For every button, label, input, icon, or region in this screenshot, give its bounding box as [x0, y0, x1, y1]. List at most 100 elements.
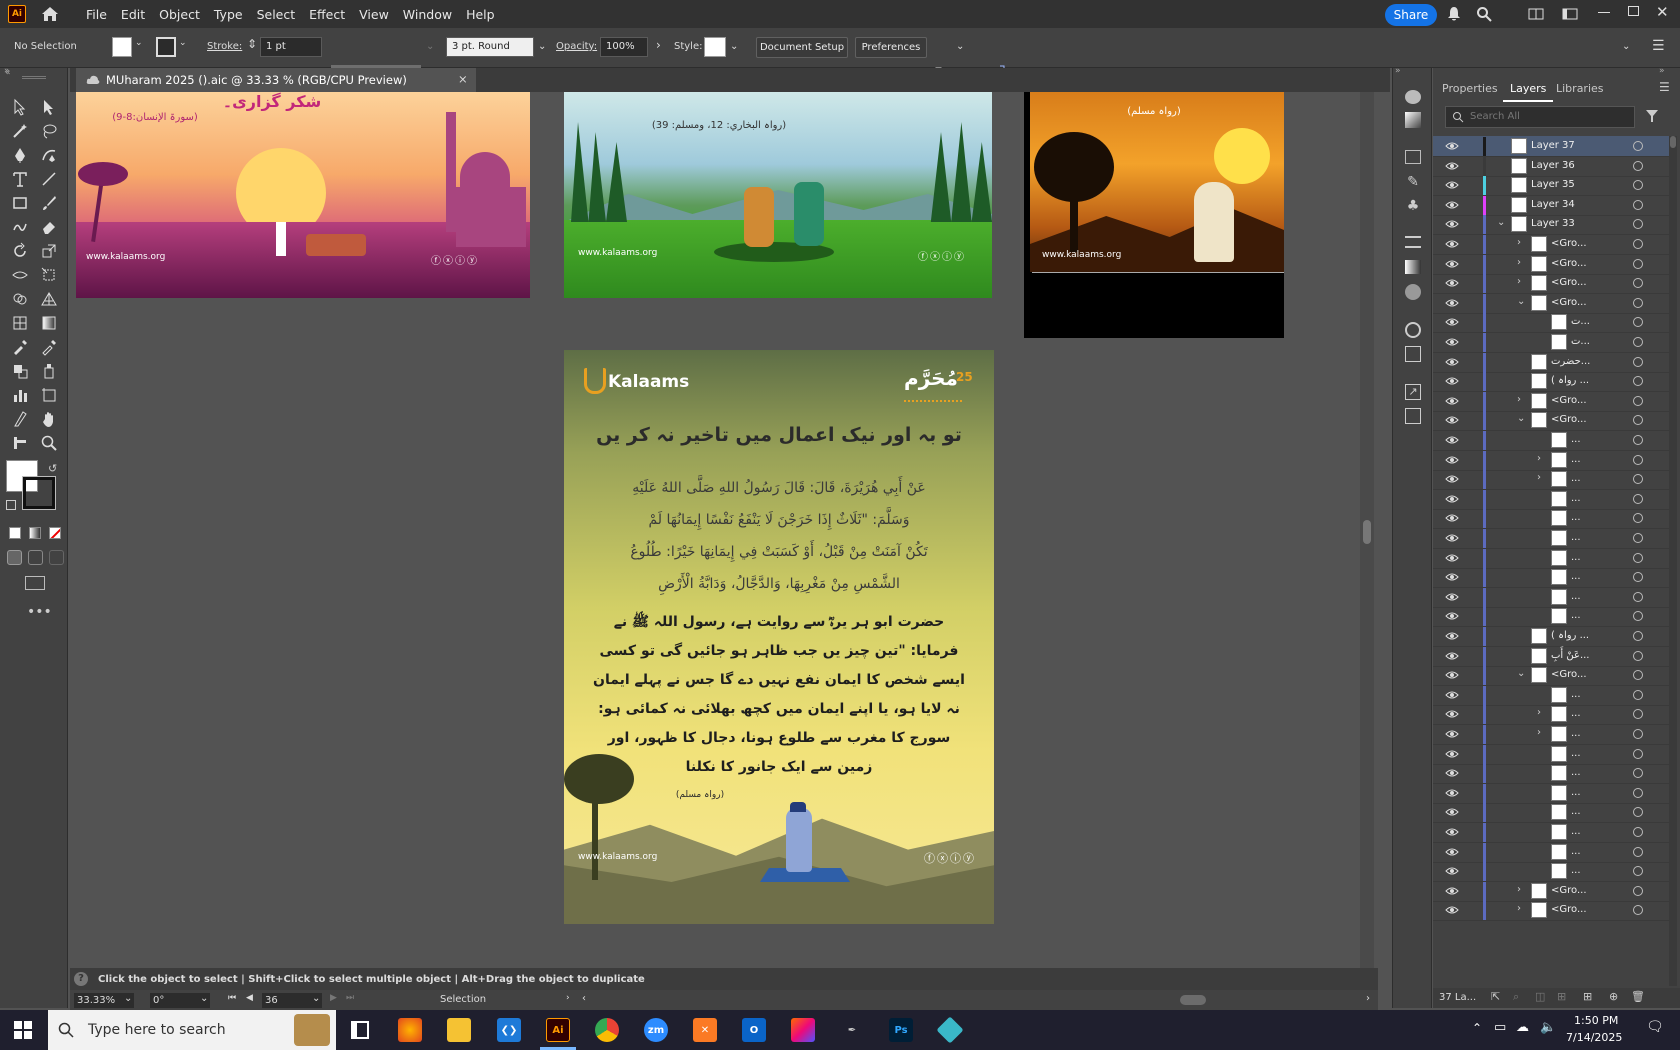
layer-target-icon[interactable]: [1633, 807, 1643, 818]
layer-row[interactable]: ت...: [1433, 312, 1673, 334]
clock-date[interactable]: 7/14/2025: [1566, 1031, 1622, 1044]
artboard-gratitude[interactable]: شکر گزاری۔ (سورۃ الإنسان:8-9) www.kalaam…: [76, 92, 530, 298]
visibility-eye-icon[interactable]: [1445, 512, 1459, 524]
rectangle-tool-icon[interactable]: [9, 192, 31, 214]
chevron-down-icon[interactable]: ⌄: [135, 38, 143, 48]
horizontal-scrollbar-thumb[interactable]: [1180, 995, 1206, 1005]
opacity-label[interactable]: Opacity:: [556, 41, 597, 52]
layer-target-icon[interactable]: [1633, 141, 1643, 151]
layer-target-icon[interactable]: [1633, 454, 1643, 465]
layer-row[interactable]: ⌄ Layer 33: [1433, 214, 1673, 236]
layer-target-icon[interactable]: [1633, 631, 1643, 641]
chevron-down-icon[interactable]: ⌄: [312, 993, 320, 1004]
draw-behind-icon[interactable]: [28, 550, 43, 565]
layer-row[interactable]: ⌄ <Gro...: [1433, 293, 1673, 314]
chrome-icon[interactable]: [595, 1018, 619, 1042]
chevron-down-icon[interactable]: ⌄: [956, 41, 964, 52]
curvature-tool-icon[interactable]: [38, 144, 60, 166]
layer-row[interactable]: ›...: [1433, 469, 1673, 491]
layer-target-icon[interactable]: [1633, 258, 1643, 269]
chevron-right-icon[interactable]: ›: [1517, 394, 1521, 405]
transparency-icon[interactable]: [1405, 284, 1421, 300]
color-guide-icon[interactable]: [1405, 112, 1421, 128]
chevron-right-icon[interactable]: ›: [1517, 276, 1521, 287]
layer-target-icon[interactable]: [1633, 572, 1643, 583]
fill-swatch[interactable]: [112, 37, 132, 57]
menu-type[interactable]: Type: [214, 7, 243, 22]
next-artboard-icon[interactable]: ▶: [330, 993, 337, 1003]
visibility-eye-icon[interactable]: [1445, 591, 1459, 603]
make-clipping-mask-icon[interactable]: ◫: [1535, 990, 1545, 1003]
layer-target-icon[interactable]: [1633, 748, 1643, 759]
vscode-icon[interactable]: ❮❯: [497, 1018, 521, 1042]
visibility-eye-icon[interactable]: [1445, 885, 1459, 897]
slice-tool-icon[interactable]: [9, 408, 31, 430]
layer-target-icon[interactable]: [1633, 180, 1643, 191]
layer-row[interactable]: Layer 36: [1433, 156, 1673, 177]
layer-search-field[interactable]: Search All: [1445, 106, 1635, 128]
visibility-eye-icon[interactable]: [1445, 277, 1459, 289]
visibility-eye-icon[interactable]: [1445, 316, 1459, 328]
layer-row[interactable]: Layer 35: [1433, 175, 1673, 197]
layer-row[interactable]: Layer 34: [1433, 195, 1673, 216]
layer-row[interactable]: ...: [1433, 508, 1673, 530]
chevron-up-icon[interactable]: ⌃: [1472, 1021, 1482, 1035]
visibility-eye-icon[interactable]: [1445, 748, 1459, 760]
zoom-tool-icon[interactable]: [38, 432, 60, 454]
stroke-label[interactable]: Stroke:: [207, 41, 242, 52]
volume-icon[interactable]: 🔈: [1540, 1020, 1556, 1035]
layer-target-icon[interactable]: [1633, 846, 1643, 857]
chevron-down-icon[interactable]: ⌄: [124, 993, 132, 1004]
previous-artboard-icon[interactable]: ◀: [246, 993, 253, 1003]
locate-object-icon[interactable]: ⌕: [1513, 990, 1519, 1004]
document-tab[interactable]: MUharam 2025 ().aic @ 33.33 % (RGB/CPU P…: [76, 68, 476, 92]
layer-target-icon[interactable]: [1633, 513, 1643, 524]
app-diamond-icon[interactable]: [936, 1016, 964, 1044]
scroll-left-icon[interactable]: ‹: [582, 993, 586, 1004]
layer-target-icon[interactable]: [1633, 435, 1643, 445]
edit-toolbar-icon[interactable]: •••: [27, 604, 52, 620]
gradient-panel-icon[interactable]: [1405, 260, 1421, 274]
layer-target-icon[interactable]: [1633, 591, 1643, 602]
last-artboard-icon[interactable]: ⏭: [346, 993, 354, 1003]
swap-colors-icon[interactable]: ↺: [48, 462, 57, 475]
visibility-eye-icon[interactable]: [1445, 493, 1459, 505]
layer-row[interactable]: ...: [1433, 842, 1673, 863]
chevron-right-icon[interactable]: ›: [1537, 707, 1541, 718]
visibility-eye-icon[interactable]: [1445, 375, 1459, 387]
visibility-eye-icon[interactable]: [1445, 571, 1459, 583]
line-tool-icon[interactable]: [38, 168, 60, 190]
chevron-down-icon[interactable]: ⌄: [200, 993, 208, 1004]
visibility-eye-icon[interactable]: [1445, 708, 1459, 720]
menu-select[interactable]: Select: [257, 7, 296, 22]
scroll-right-icon[interactable]: ›: [1366, 993, 1370, 1004]
tab-libraries[interactable]: Libraries: [1556, 82, 1604, 95]
brushes-icon[interactable]: ✎: [1405, 174, 1421, 190]
type-tool-icon[interactable]: [9, 168, 31, 190]
chevron-down-icon[interactable]: ⌄: [1497, 217, 1505, 228]
chevron-down-icon[interactable]: ⌄: [1517, 296, 1525, 307]
layer-row[interactable]: عَنْ أَبِ...: [1433, 646, 1673, 667]
layer-target-icon[interactable]: [1633, 239, 1643, 249]
menu-effect[interactable]: Effect: [309, 7, 345, 22]
collect-for-export-icon[interactable]: ⇱: [1491, 990, 1500, 1003]
layer-row[interactable]: ›...: [1433, 704, 1673, 726]
menu-object[interactable]: Object: [159, 7, 200, 22]
new-sublayer-icon[interactable]: ⊞: [1557, 990, 1566, 1003]
pen-app-icon[interactable]: ✒: [840, 1018, 864, 1042]
visibility-eye-icon[interactable]: [1445, 532, 1459, 544]
tab-properties[interactable]: Properties: [1442, 82, 1498, 95]
visibility-eye-icon[interactable]: [1445, 865, 1459, 877]
visibility-eye-icon[interactable]: [1445, 473, 1459, 485]
layer-row[interactable]: › <Gro...: [1433, 234, 1673, 255]
layer-row[interactable]: ⌄ <Gro...: [1433, 410, 1673, 432]
shape-builder-tool-icon[interactable]: [9, 288, 31, 310]
search-icon[interactable]: [1476, 6, 1492, 22]
layer-row[interactable]: ...: [1433, 587, 1673, 608]
stroke-panel-icon[interactable]: [1405, 236, 1421, 248]
eyedropper-tool-icon[interactable]: [9, 336, 31, 358]
swatches-icon[interactable]: [1405, 150, 1421, 164]
color-panel-icon[interactable]: [1405, 90, 1421, 104]
direct-selection-tool-icon[interactable]: [38, 96, 60, 118]
layer-row[interactable]: ...: [1433, 744, 1673, 765]
